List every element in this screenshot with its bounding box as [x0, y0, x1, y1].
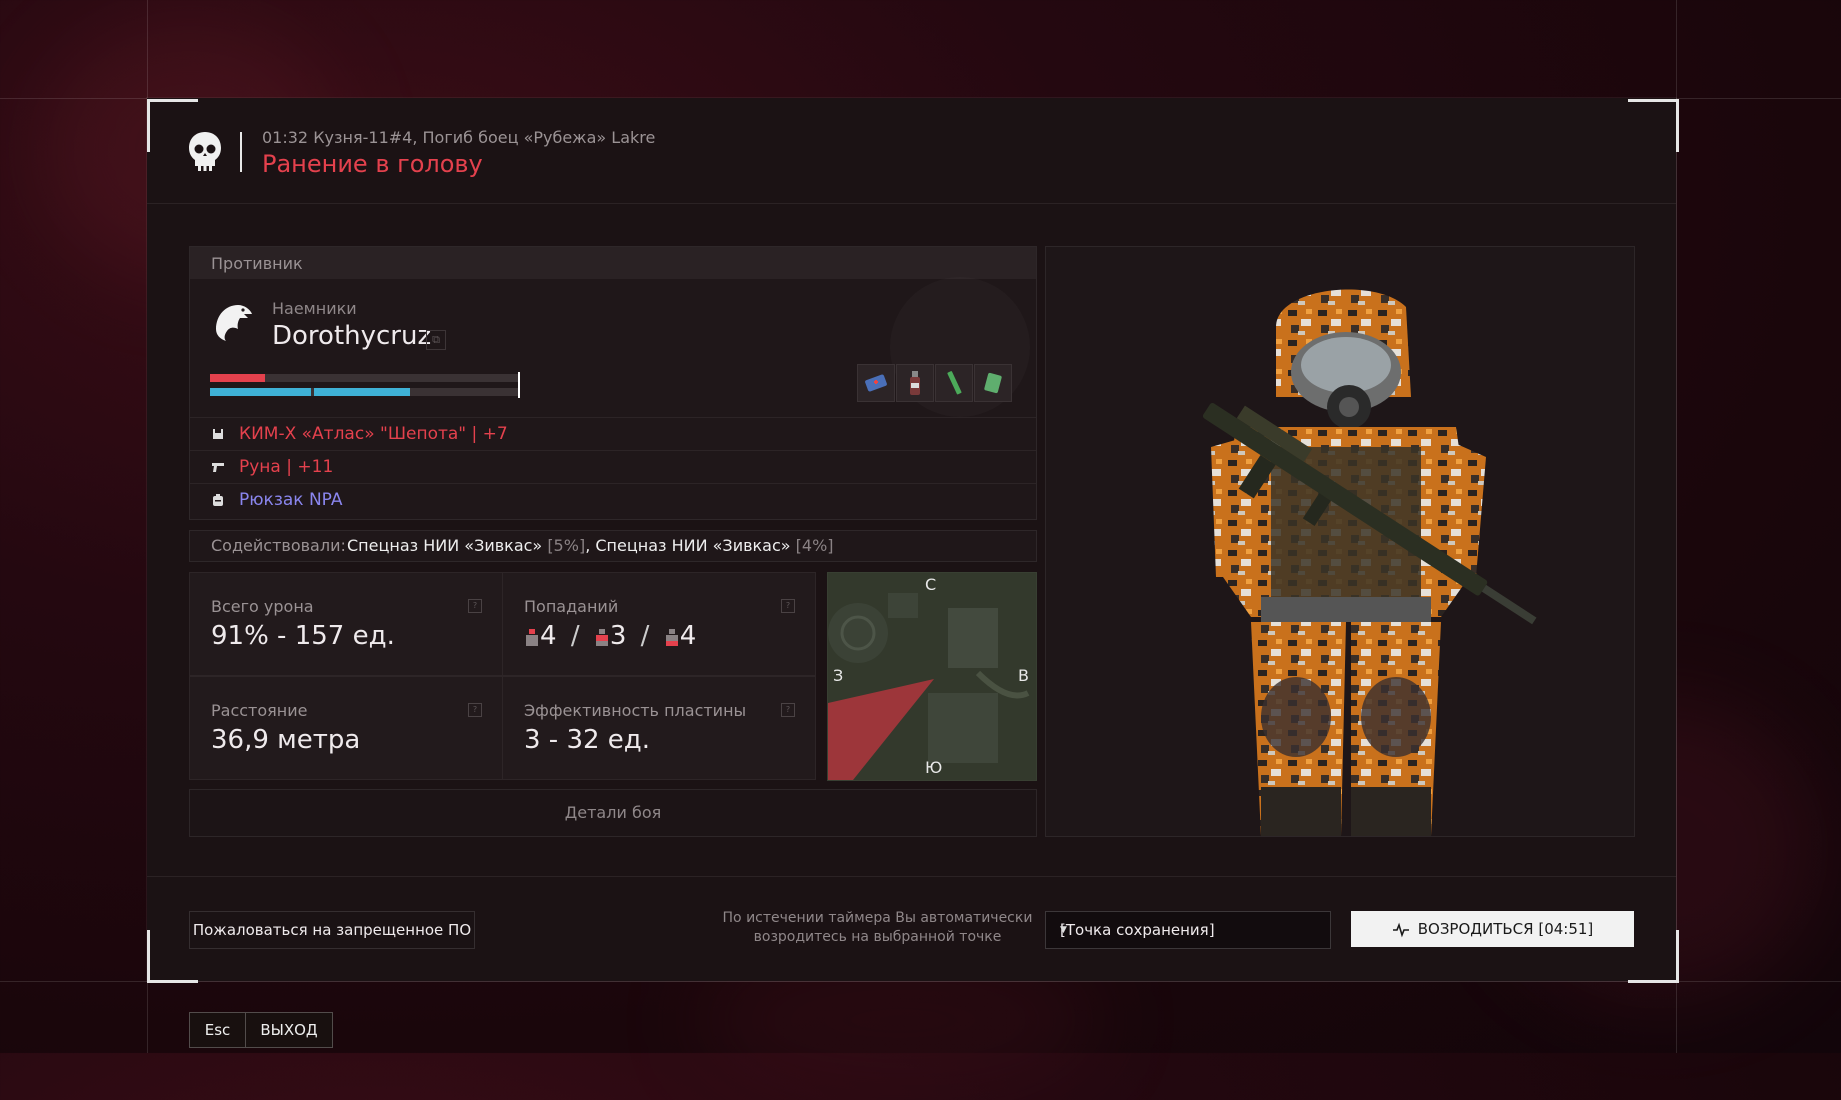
- pulse-icon: [1392, 922, 1409, 937]
- stat-hits: Попаданий ? 4 / 3 / 4: [502, 572, 816, 676]
- esc-key[interactable]: Esc: [189, 1012, 246, 1048]
- health-bar-fill: [210, 374, 266, 382]
- gear-backpack-text: Рюкзак NPA: [239, 490, 343, 510]
- armor-bar: [210, 388, 518, 396]
- armor-bar-segment: [210, 388, 311, 396]
- death-header: 01:32 Кузня-11#4, Погиб боец «Рубежа» La…: [147, 98, 1676, 204]
- stat-label: Эффективность пластины: [524, 701, 747, 720]
- chevron-down-icon: ▼: [1060, 925, 1067, 935]
- stat-hits-values: 4 / 3 / 4: [524, 621, 696, 651]
- skull-icon: [189, 132, 221, 171]
- limb-hit-icon: [665, 628, 678, 646]
- stat-total-damage: Всего урона ? 91% - 157 ед.: [189, 572, 503, 676]
- compass-west: З: [833, 666, 844, 685]
- gear-armor-text: КИМ-Х «Атлас» "Шепота" | +7: [239, 424, 508, 444]
- minimap-terrain: [828, 573, 1036, 780]
- stat-plate-efficiency: Эффективность пластины ? 3 - 32 ед.: [502, 676, 816, 780]
- enemy-status-bars: [210, 372, 520, 398]
- death-cause: Ранение в голову: [262, 150, 483, 178]
- report-cheat-button[interactable]: Пожаловаться на запрещенное ПО: [189, 911, 475, 949]
- backpack-icon: [213, 494, 223, 506]
- stat-value: 36,9 метра: [211, 725, 361, 755]
- respawn-button-label: ВОЗРОДИТЬСЯ [04:51]: [1417, 920, 1594, 938]
- stat-value: 3 - 32 ед.: [524, 725, 651, 755]
- spawn-point-select[interactable]: [Точка сохранения] ▼: [1045, 911, 1331, 949]
- respawn-button[interactable]: ВОЗРОДИТЬСЯ [04:51]: [1351, 911, 1634, 947]
- enemy-section-title: Противник: [211, 254, 303, 273]
- enemy-card: Противник Наемники Dorothycruz ⧉ КИМ-Х «…: [189, 246, 1037, 520]
- stat-label: Всего урона: [211, 597, 314, 616]
- stat-value: 91% - 157 ед.: [211, 621, 395, 651]
- health-bar: [210, 374, 518, 382]
- armor-bar-segment: [313, 388, 411, 396]
- bottle-icon: [896, 364, 934, 402]
- gear-armor-row: КИМ-Х «Атлас» "Шепота" | +7: [190, 417, 1036, 451]
- copy-icon[interactable]: ⧉: [426, 330, 446, 350]
- help-icon[interactable]: ?: [781, 703, 795, 717]
- head-hit-icon: [526, 628, 538, 646]
- enemy-player-name: Dorothycruz: [272, 321, 432, 351]
- gear-backpack-row: Рюкзак NPA: [190, 483, 1036, 517]
- assist-row: Содействовали: Спецназ НИИ «Зивкас» [5%]…: [189, 530, 1037, 562]
- gear-weapon-row: Руна | +11: [190, 450, 1036, 484]
- hits-body: 3: [609, 621, 627, 651]
- corner-bracket: [1628, 930, 1679, 983]
- assist-list: Спецназ НИИ «Зивкас» [5%], Спецназ НИИ «…: [347, 536, 834, 555]
- frame-line-bottom: [0, 981, 1841, 982]
- bandage-icon: [974, 364, 1012, 402]
- assist-percent-2: [4%]: [795, 536, 834, 555]
- gear-weapon-text: Руна | +11: [239, 457, 334, 477]
- respawn-timer-note: По истечении таймера Вы автоматически во…: [722, 910, 1033, 945]
- assist-player-1: Спецназ НИИ «Зивкас»: [347, 536, 543, 555]
- bar-end-marker: [518, 372, 520, 398]
- assist-label: Содействовали:: [211, 536, 346, 555]
- enemy-character-model: [1045, 246, 1635, 837]
- assist-percent-1: [5%]: [547, 536, 586, 555]
- help-icon[interactable]: ?: [781, 599, 795, 613]
- syringe-icon: [935, 364, 973, 402]
- soldier-model-image: [1202, 289, 1537, 836]
- frame-line-right: [1676, 0, 1677, 1053]
- help-icon[interactable]: ?: [468, 599, 482, 613]
- enemy-section-header: Противник: [190, 247, 1036, 279]
- body-hit-icon: [595, 628, 608, 646]
- medkit-icon: [857, 364, 895, 402]
- compass-east: В: [1018, 666, 1029, 685]
- combat-stats: Всего урона ? 91% - 157 ед. Попаданий ? …: [189, 572, 816, 780]
- stat-distance: Расстояние ? 36,9 метра: [189, 676, 503, 780]
- armor-icon: [213, 429, 223, 439]
- kill-minimap[interactable]: С Ю З В: [827, 572, 1037, 781]
- stat-label: Попаданий: [524, 597, 619, 616]
- assist-player-2: Спецназ НИИ «Зивкас»: [595, 536, 791, 555]
- eagle-faction-icon: [216, 305, 252, 341]
- hits-limbs: 4: [679, 621, 697, 651]
- stat-label: Расстояние: [211, 701, 308, 720]
- compass-south: Ю: [925, 758, 943, 777]
- hits-head: 4: [540, 621, 557, 651]
- gun-icon: [212, 463, 224, 472]
- header-divider: [240, 132, 242, 172]
- battle-details-button[interactable]: Детали боя: [189, 789, 1037, 837]
- footer-divider: [147, 876, 1676, 877]
- exit-button[interactable]: ВЫХОД: [245, 1012, 333, 1048]
- compass-north: С: [925, 575, 937, 594]
- death-event-line: 01:32 Кузня-11#4, Погиб боец «Рубежа» La…: [262, 128, 656, 147]
- help-icon[interactable]: ?: [468, 703, 482, 717]
- enemy-faction: Наемники: [272, 299, 357, 318]
